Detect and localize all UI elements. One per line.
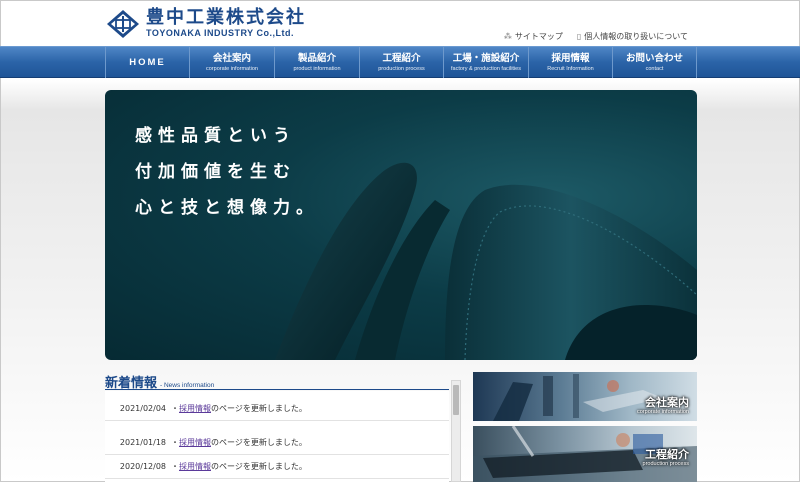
news-link[interactable]: 採用情報 [179, 404, 211, 413]
news-text: ・採用情報のページを更新しました。 [171, 438, 307, 447]
news-item: 2021/02/04 ・採用情報のページを更新しました。 [105, 397, 449, 421]
nav-process[interactable]: 工程紹介 production process [359, 47, 443, 78]
nav-products[interactable]: 製品紹介 product information [274, 47, 359, 78]
news-date: 2021/01/18 [119, 438, 166, 447]
sitemap-link[interactable]: ⁂ サイトマップ [504, 31, 563, 42]
nav-corporate[interactable]: 会社案内 corporate information [189, 47, 274, 78]
logo-mark-icon [107, 9, 139, 38]
banner-process[interactable]: 工程紹介 production process [473, 426, 697, 482]
company-name: 豊中工業株式会社 [146, 7, 306, 28]
nav-home[interactable]: HOME [105, 47, 189, 78]
news-section: 新着情報 - News information 2021/02/04 ・採用情報… [105, 372, 461, 482]
nav-recruit[interactable]: 採用情報 Recruit Information [528, 47, 612, 78]
global-nav: HOME 会社案内 corporate information 製品紹介 pro… [0, 46, 800, 78]
news-date: 2021/02/04 [119, 404, 166, 413]
utility-links: ⁂ サイトマップ ▯ 個人情報の取り扱いについて [504, 31, 688, 42]
hero-line-1: 感性品質という [135, 126, 296, 146]
site-logo[interactable]: 豊中工業株式会社 TOYONAKA INDUSTRY Co.,Ltd. [106, 8, 306, 39]
privacy-link[interactable]: ▯ 個人情報の取り扱いについて [577, 31, 688, 42]
news-link[interactable]: 採用情報 [179, 438, 211, 447]
nav-contact[interactable]: お問い合わせ contact [612, 47, 697, 78]
company-name-en: TOYONAKA INDUSTRY Co.,Ltd. [146, 28, 294, 38]
scrollbar-thumb[interactable] [453, 385, 459, 415]
hero-line-3: 心と技と想像力。 [135, 198, 319, 218]
nav-factory[interactable]: 工場・施設紹介 factory & production facilities [443, 47, 528, 78]
news-text: ・採用情報のページを更新しました。 [171, 462, 307, 471]
hero-banner: 感性品質という 付加価値を生む 心と技と想像力。 [105, 90, 697, 360]
hero-line-2: 付加価値を生む [135, 162, 296, 182]
banner-corporate[interactable]: 会社案内 corporate information [473, 372, 697, 421]
news-divider [105, 389, 449, 390]
news-scrollbar[interactable] [451, 380, 461, 482]
news-item: 2021/01/18 ・採用情報のページを更新しました。 [105, 431, 449, 455]
sitemap-icon: ⁂ [503, 32, 512, 41]
document-icon: ▯ [576, 32, 582, 41]
news-text: ・採用情報のページを更新しました。 [171, 404, 307, 413]
news-link[interactable]: 採用情報 [179, 462, 211, 471]
news-item: 2020/12/08 ・採用情報のページを更新しました。 [105, 455, 449, 479]
hero-copy: 感性品質という 付加価値を生む 心と技と想像力。 [135, 118, 319, 226]
news-date: 2020/12/08 [119, 462, 166, 471]
news-list: 2021/02/04 ・採用情報のページを更新しました。 2021/01/18 … [105, 391, 449, 482]
